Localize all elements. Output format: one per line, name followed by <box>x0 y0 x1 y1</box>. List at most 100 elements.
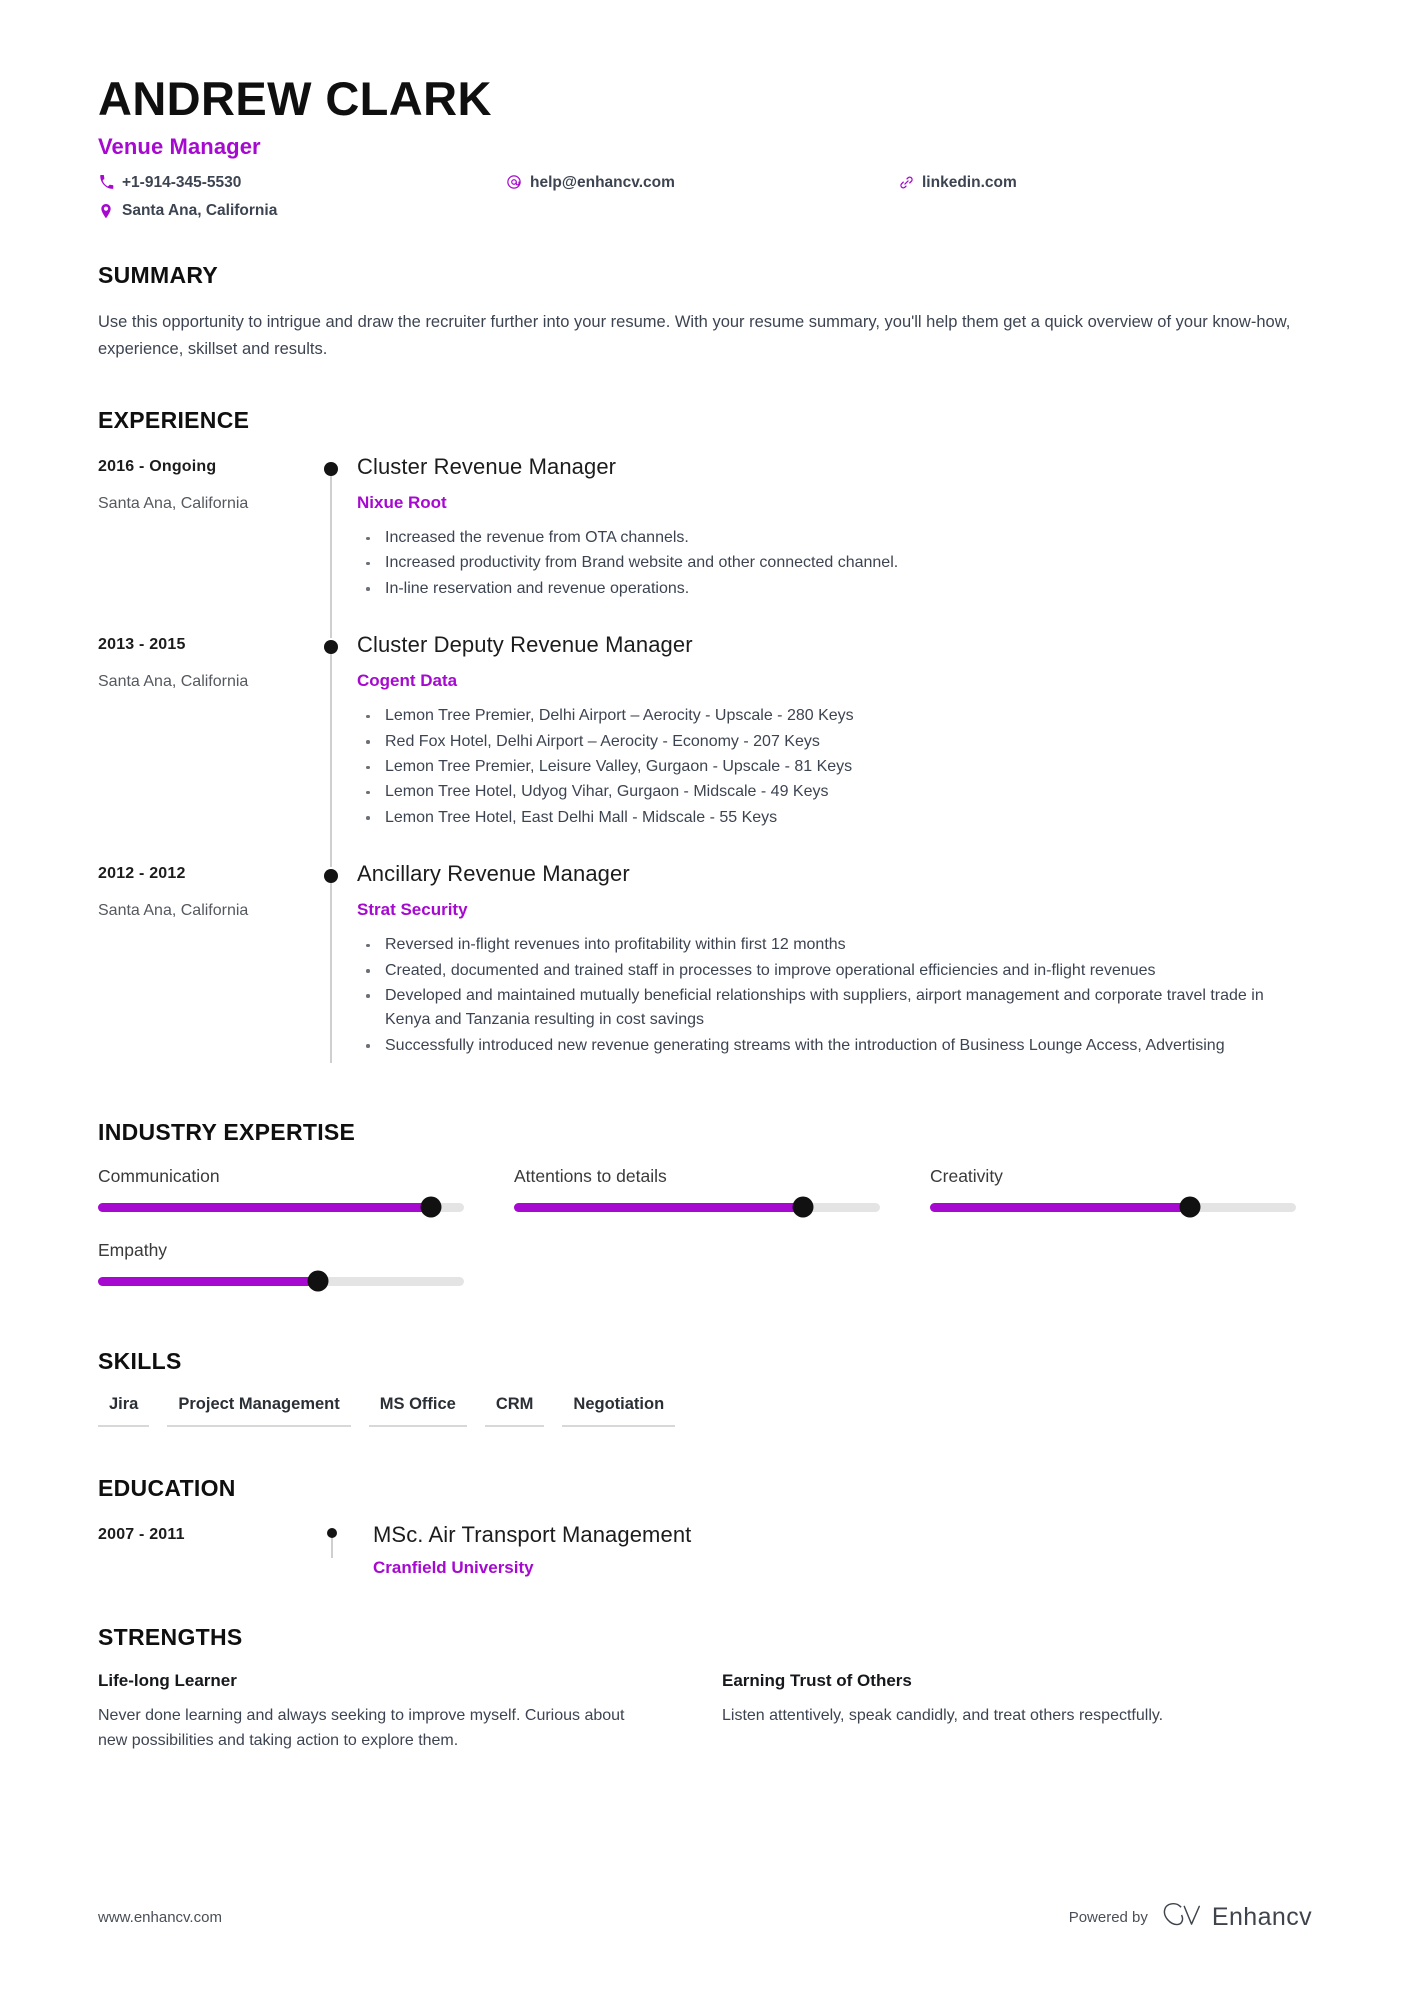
slider-knob[interactable] <box>420 1196 442 1218</box>
footer-branding: Powered by Enhancv <box>1069 1902 1312 1933</box>
experience-bullets: Reversed in-flight revenues into profita… <box>357 933 1312 1058</box>
experience-bullets: Lemon Tree Premier, Delhi Airport – Aero… <box>357 704 1312 830</box>
experience-location: Santa Ana, California <box>98 901 249 919</box>
enhancv-logo-icon <box>1162 1902 1202 1933</box>
strength-name: Life-long Learner <box>98 1671 237 1691</box>
expertise-item: Attentions to details <box>514 1166 880 1218</box>
experience-bullet: Successfully introduced new revenue gene… <box>357 1034 1302 1058</box>
contact-info: +1-914-345-5530 help@enhancv.com linkedi… <box>98 171 1312 223</box>
experience-company: Nixue Root <box>357 493 447 513</box>
job-title: Venue Manager <box>98 133 261 159</box>
slider-knob[interactable] <box>1179 1196 1201 1218</box>
expertise-slider[interactable] <box>930 1196 1296 1218</box>
skills-list: Jira Project Management MS Office CRM Ne… <box>98 1395 1312 1427</box>
strength-name: Earning Trust of Others <box>722 1671 912 1691</box>
contact-email-value: help@enhancv.com <box>530 173 675 191</box>
contact-location: Santa Ana, California <box>98 199 506 222</box>
enhancv-wordmark: Enhancv <box>1211 1903 1312 1931</box>
expertise-item: Creativity <box>930 1165 1296 1218</box>
contact-phone-value: +1-914-345-5530 <box>122 173 242 191</box>
expertise-slider[interactable] <box>514 1196 880 1218</box>
location-pin-icon <box>98 203 114 219</box>
experience-role: Ancillary Revenue Manager <box>357 860 630 886</box>
expertise-item: Communication <box>98 1166 464 1218</box>
contact-email[interactable]: help@enhancv.com <box>506 171 898 194</box>
timeline-dot <box>326 1527 337 1538</box>
timeline-rail <box>313 861 357 1089</box>
summary-text: Use this opportunity to intrigue and dra… <box>98 313 1291 358</box>
experience-meta: 2013 - 2015 Santa Ana, California <box>98 632 313 861</box>
experience-bullet: Lemon Tree Hotel, East Delhi Mall - Mids… <box>357 806 1302 830</box>
timeline-stem <box>331 1535 333 1558</box>
strength-item: Life-long Learner Never done learning an… <box>98 1671 658 1754</box>
powered-by-label: Powered by <box>1068 1909 1148 1926</box>
skill-tag[interactable]: Project Management <box>167 1395 351 1427</box>
experience-meta: 2012 - 2012 Santa Ana, California <box>98 861 313 1089</box>
contact-linkedin[interactable]: linkedin.com <box>898 171 1017 194</box>
timeline-rail <box>313 454 357 639</box>
expertise-slider[interactable] <box>98 1196 464 1218</box>
strength-item: Earning Trust of Others Listen attentive… <box>722 1671 1282 1754</box>
slider-knob[interactable] <box>792 1196 814 1218</box>
strength-description: Never done learning and always seeking t… <box>98 1707 625 1750</box>
slider-knob[interactable] <box>307 1270 329 1292</box>
skills-section-title: SKILLS <box>98 1347 182 1374</box>
skill-tag[interactable]: CRM <box>484 1395 545 1427</box>
education-body: MSc. Air Transport Management Cranfield … <box>373 1522 1312 1578</box>
page-footer: www.enhancv.com Powered by Enhancv <box>98 1902 1312 1933</box>
timeline-dot <box>324 461 338 476</box>
strengths-list: Life-long Learner Never done learning an… <box>98 1671 1312 1754</box>
summary-section-title: SUMMARY <box>98 262 219 289</box>
skill-tag[interactable]: MS Office <box>368 1395 467 1427</box>
education-degree: MSc. Air Transport Management <box>373 1521 692 1547</box>
experience-location: Santa Ana, California <box>98 494 249 512</box>
summary-section: SUMMARY Use this opportunity to intrigue… <box>98 262 1312 362</box>
skills-section: SKILLS Jira Project Management MS Office… <box>98 1348 1312 1427</box>
enhancv-brand: Enhancv <box>1162 1902 1312 1933</box>
strength-description: Listen attentively, speak candidly, and … <box>722 1707 1164 1725</box>
expertise-label: Creativity <box>930 1165 1003 1186</box>
experience-bullet: Increased the revenue from OTA channels. <box>357 526 1302 550</box>
expertise-slider[interactable] <box>98 1270 464 1292</box>
link-icon <box>898 174 914 190</box>
experience-bullet: In-line reservation and revenue operatio… <box>357 577 1302 601</box>
experience-body: Cluster Deputy Revenue Manager Cogent Da… <box>357 632 1312 861</box>
experience-section: EXPERIENCE 2016 - Ongoing Santa Ana, Cal… <box>98 407 1312 1089</box>
experience-bullet: Developed and maintained mutually benefi… <box>357 984 1302 1033</box>
contact-row-secondary: Santa Ana, California <box>98 199 1312 222</box>
experience-list: 2016 - Ongoing Santa Ana, California Clu… <box>98 454 1312 1089</box>
contact-row-primary: +1-914-345-5530 help@enhancv.com linkedi… <box>98 171 1312 194</box>
industry-expertise-section: INDUSTRY EXPERTISE Communication Attenti… <box>98 1119 1312 1314</box>
industry-expertise-section-title: INDUSTRY EXPERTISE <box>98 1118 356 1145</box>
experience-role: Cluster Deputy Revenue Manager <box>357 632 693 658</box>
resume-header: ANDREW CLARK Venue Manager +1-914-345-55… <box>98 0 1312 222</box>
strengths-section-title: STRENGTHS <box>98 1624 243 1651</box>
skill-tag[interactable]: Jira <box>98 1395 150 1427</box>
contact-phone[interactable]: +1-914-345-5530 <box>98 171 506 194</box>
education-section-title: EDUCATION <box>98 1474 236 1501</box>
experience-location: Santa Ana, California <box>98 673 249 691</box>
page-title: ANDREW CLARK <box>98 72 492 125</box>
education-date: 2007 - 2011 <box>98 1525 185 1543</box>
experience-entry: 2012 - 2012 Santa Ana, California Ancill… <box>98 861 1312 1089</box>
expertise-label: Empathy <box>98 1239 168 1260</box>
timeline-line <box>330 640 332 867</box>
skill-tag[interactable]: Negotiation <box>562 1395 676 1427</box>
experience-bullet: Reversed in-flight revenues into profita… <box>357 933 1302 957</box>
experience-role: Cluster Revenue Manager <box>357 453 617 479</box>
timeline-line <box>330 868 332 1063</box>
experience-entry: 2013 - 2015 Santa Ana, California Cluste… <box>98 632 1312 867</box>
experience-body: Cluster Revenue Manager Nixue Root Incre… <box>357 454 1312 632</box>
slider-fill <box>930 1202 1190 1212</box>
experience-section-title: EXPERIENCE <box>98 406 250 433</box>
timeline-line <box>330 461 332 639</box>
expertise-item: Empathy <box>98 1239 464 1292</box>
experience-bullet: Red Fox Hotel, Delhi Airport – Aerocity … <box>357 730 1302 754</box>
timeline-rail <box>313 632 357 867</box>
education-entry: 2007 - 2011 MSc. Air Transport Managemen… <box>98 1522 1312 1578</box>
contact-location-value: Santa Ana, California <box>122 202 278 219</box>
experience-meta: 2016 - Ongoing Santa Ana, California <box>98 454 313 632</box>
footer-url[interactable]: www.enhancv.com <box>98 1909 222 1926</box>
experience-bullet: Increased productivity from Brand websit… <box>357 551 1302 575</box>
experience-company: Strat Security <box>357 900 468 920</box>
